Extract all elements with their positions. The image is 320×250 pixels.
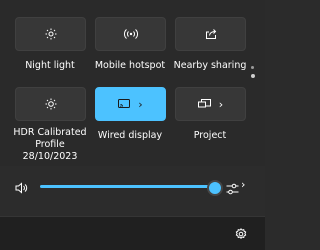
hotspot-icon	[123, 28, 138, 40]
mobile-hotspot-tile[interactable]	[95, 17, 166, 51]
project-tile[interactable]: ›	[175, 87, 246, 121]
share-icon	[205, 28, 217, 40]
nearby-sharing-tile[interactable]	[175, 17, 246, 51]
quick-settings-panel: Night light Mobile hotspot Nearby sharin…	[0, 0, 265, 250]
quick-actions-section: Night light Mobile hotspot Nearby sharin…	[0, 0, 265, 166]
audio-output-icon[interactable]	[226, 180, 239, 199]
project-icon	[197, 99, 211, 109]
wired-display-tile[interactable]: ›	[95, 87, 166, 121]
chevron-right-icon: ›	[138, 97, 143, 111]
chevron-right-icon[interactable]: ›	[241, 178, 245, 191]
volume-slider-thumb[interactable]	[207, 180, 223, 196]
brightness-icon	[45, 28, 57, 40]
chevron-right-icon: ›	[218, 97, 224, 111]
mobile-hotspot-label: Mobile hotspot	[94, 60, 166, 71]
hdr-brightness-icon	[45, 98, 57, 110]
footer-bar	[0, 216, 265, 250]
night-light-label: Night light	[25, 60, 75, 71]
hdr-profile-label: HDR Calibrated Profile 28/10/2023	[13, 127, 87, 162]
speaker-icon[interactable]	[15, 179, 28, 198]
page-indicator[interactable]	[250, 66, 256, 83]
wired-display-label: Wired display	[97, 130, 163, 141]
night-light-tile[interactable]	[15, 17, 86, 51]
volume-slider-track[interactable]	[40, 185, 215, 188]
project-label: Project	[193, 130, 227, 141]
page-dot-active[interactable]	[250, 74, 255, 78]
page-dot[interactable]	[251, 66, 254, 69]
gear-icon[interactable]	[235, 225, 247, 244]
cast-icon	[118, 99, 131, 109]
nearby-sharing-label: Nearby sharing	[173, 60, 247, 71]
hdr-profile-tile[interactable]	[15, 87, 86, 121]
